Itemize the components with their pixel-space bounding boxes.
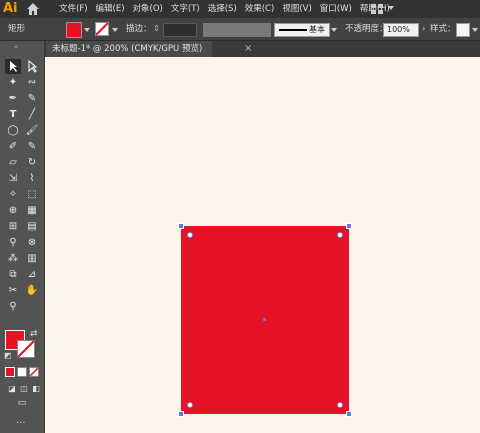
- direct-selection-tool-icon[interactable]: [24, 59, 40, 74]
- opacity-label[interactable]: 不透明度：: [345, 18, 388, 40]
- main-menu: 文件(F) 编辑(E) 对象(O) 文字(T) 选择(S) 效果(C) 视图(V…: [55, 0, 394, 18]
- artboard-tool-icon[interactable]: ⧉: [5, 267, 21, 282]
- pen-tool-icon[interactable]: ✒: [5, 91, 21, 106]
- brush-dropdown-icon[interactable]: [331, 28, 337, 32]
- width-tool-icon[interactable]: ✧: [5, 187, 21, 202]
- shaper-tool-icon[interactable]: ✐: [5, 139, 21, 154]
- default-colors-icon[interactable]: ◩: [4, 351, 12, 360]
- paintbrush-tool-icon[interactable]: 🖌: [24, 123, 40, 138]
- blend-tool-icon[interactable]: ⊗: [24, 235, 40, 250]
- slice-tool-icon[interactable]: ⊿: [24, 267, 40, 282]
- fill-swatch[interactable]: [66, 22, 82, 38]
- swap-colors-icon[interactable]: ⇄: [30, 329, 38, 339]
- menu-select[interactable]: 选择(S): [204, 0, 241, 18]
- variable-width-profile[interactable]: [203, 23, 271, 37]
- graphic-style-swatch[interactable]: [456, 23, 470, 37]
- document-tab[interactable]: 未标题-1* @ 200% (CMYK/GPU 预览): [46, 41, 212, 57]
- menu-object[interactable]: 对象(O): [129, 0, 167, 18]
- eyedropper-tool-icon[interactable]: ⚲: [5, 235, 21, 250]
- zoom-tool-icon[interactable]: ⚲: [5, 299, 21, 314]
- control-bar: 矩形 描边： ⇕ 基本 不透明度： 100% › 样式：: [0, 18, 480, 41]
- menu-window[interactable]: 窗口(W): [316, 0, 356, 18]
- screen-mode-icon[interactable]: ▭: [14, 396, 30, 411]
- handle-top-right[interactable]: [346, 223, 352, 229]
- handle-bottom-left[interactable]: [178, 411, 184, 417]
- corner-widget-bottom-right[interactable]: [337, 402, 343, 408]
- corner-widget-top-right[interactable]: [337, 232, 343, 238]
- center-point: [263, 318, 266, 321]
- magic-wand-tool-icon[interactable]: ✦: [5, 75, 21, 90]
- workspace-dropdown-icon[interactable]: [388, 6, 394, 10]
- stroke-swatch[interactable]: [95, 22, 109, 36]
- none-mode-icon[interactable]: [29, 367, 39, 377]
- fill-dropdown-icon[interactable]: [84, 28, 90, 32]
- handle-bottom-right[interactable]: [346, 411, 352, 417]
- color-mode-icon[interactable]: [5, 367, 15, 377]
- menu-type[interactable]: 文字(T): [167, 0, 204, 18]
- handle-top-left[interactable]: [178, 223, 184, 229]
- gradient-mode-icon[interactable]: [17, 367, 27, 377]
- home-icon[interactable]: [26, 2, 40, 16]
- stroke-stepper-icon[interactable]: ⇕: [153, 18, 160, 40]
- app-logo: Ai: [3, 1, 18, 16]
- curvature-tool-icon[interactable]: ✎: [24, 91, 40, 106]
- lasso-tool-icon[interactable]: ∾: [24, 75, 40, 90]
- menu-file[interactable]: 文件(F): [55, 0, 92, 18]
- menu-view[interactable]: 视图(V): [278, 0, 315, 18]
- stroke-weight-field[interactable]: [163, 23, 197, 37]
- scale-tool-icon[interactable]: ⇲: [5, 171, 21, 186]
- style-label[interactable]: 样式：: [430, 18, 456, 40]
- menu-bar: Ai 文件(F) 编辑(E) 对象(O) 文字(T) 选择(S) 效果(C) 视…: [0, 0, 480, 18]
- type-tool-icon[interactable]: T: [5, 107, 21, 122]
- eraser-tool-icon[interactable]: ▱: [5, 155, 21, 170]
- close-tab-icon[interactable]: ×: [244, 42, 252, 56]
- artboard-canvas[interactable]: [45, 57, 480, 433]
- corner-widget-bottom-left[interactable]: [187, 402, 193, 408]
- stroke-dropdown-icon[interactable]: [112, 28, 118, 32]
- scissors-tool-icon[interactable]: ✂: [5, 283, 21, 298]
- corner-widget-top-left[interactable]: [187, 232, 193, 238]
- gradient-tool-icon[interactable]: ▤: [24, 219, 40, 234]
- stroke-label[interactable]: 描边：: [126, 18, 152, 40]
- document-tab-bar: 未标题-1* @ 200% (CMYK/GPU 预览) ×: [44, 41, 480, 57]
- column-graph-tool-icon[interactable]: ▥: [24, 251, 40, 266]
- collapse-panel-icon[interactable]: «: [14, 43, 18, 51]
- mesh-tool-icon[interactable]: ⊞: [5, 219, 21, 234]
- workspace-icon[interactable]: [370, 3, 384, 15]
- menu-effect[interactable]: 效果(C): [241, 0, 279, 18]
- edit-toolbar-icon[interactable]: ...: [16, 415, 26, 426]
- perspective-grid-tool-icon[interactable]: ▦: [24, 203, 40, 218]
- opacity-field[interactable]: 100%: [383, 23, 419, 37]
- warp-tool-icon[interactable]: ⌇: [24, 171, 40, 186]
- document-tab-title: 未标题-1* @ 200% (CMYK/GPU 预览): [52, 44, 203, 54]
- opacity-value: 100%: [387, 25, 410, 34]
- style-dropdown-icon[interactable]: [472, 28, 478, 32]
- menu-edit[interactable]: 编辑(E): [92, 0, 129, 18]
- red-rectangle[interactable]: [178, 223, 352, 417]
- hand-tool-icon[interactable]: ✋: [24, 283, 40, 298]
- rotate-tool-icon[interactable]: ↻: [24, 155, 40, 170]
- draw-inside-icon[interactable]: ◧: [28, 381, 44, 396]
- blob-brush-tool-icon[interactable]: ✎: [24, 139, 40, 154]
- symbol-sprayer-tool-icon[interactable]: ⁂: [5, 251, 21, 266]
- stroke-color-icon[interactable]: [17, 340, 35, 358]
- line-tool-icon[interactable]: ╱: [24, 107, 40, 122]
- free-transform-tool-icon[interactable]: ⬚: [24, 187, 40, 202]
- ellipse-tool-icon[interactable]: ◯: [5, 123, 21, 138]
- selection-tool-icon[interactable]: [5, 59, 21, 74]
- tools-panel: « ✦ ∾ ✒ ✎ T ╱ ◯ 🖌 ✐ ✎ ▱ ↻ ⇲ ⌇ ✧ ⬚ ⊕ ▦ ⊞ …: [0, 41, 45, 433]
- opacity-arrow-icon[interactable]: ›: [422, 18, 425, 40]
- object-type-label: 矩形: [8, 24, 26, 34]
- shape-builder-tool-icon[interactable]: ⊕: [5, 203, 21, 218]
- stroke-style-label: 基本: [309, 25, 325, 34]
- brush-definition[interactable]: 基本: [274, 23, 330, 37]
